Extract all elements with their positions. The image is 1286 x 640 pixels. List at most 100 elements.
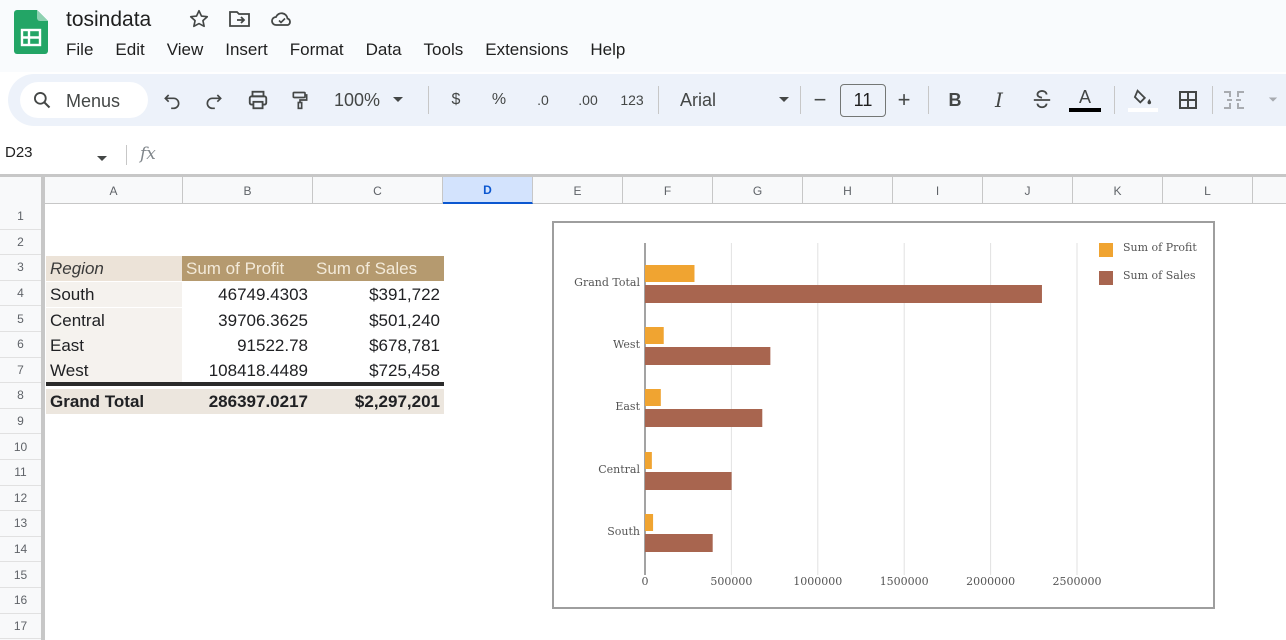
pivot-region-cell[interactable]: East — [46, 333, 182, 358]
pivot-grand-total-profit[interactable]: 286397.0217 — [182, 389, 312, 414]
column-header-e[interactable]: E — [533, 177, 623, 204]
pivot-sales-cell[interactable]: $678,781 — [312, 333, 444, 358]
currency-format-button[interactable]: $ — [446, 86, 466, 114]
fx-icon: fx — [140, 144, 156, 164]
more-formats-button[interactable]: 123 — [618, 86, 646, 114]
menu-bar: File Edit View Insert Format Data Tools … — [66, 40, 647, 60]
select-all-corner[interactable] — [0, 177, 45, 204]
row-header-13[interactable]: 13 — [0, 511, 41, 537]
pivot-profit-cell[interactable]: 91522.78 — [182, 333, 312, 358]
menu-extensions[interactable]: Extensions — [485, 40, 568, 60]
strikethrough-button[interactable] — [1030, 86, 1054, 114]
row-header-4[interactable]: 4 — [0, 281, 41, 307]
menus-search-box[interactable]: Menus — [20, 82, 148, 118]
bold-button[interactable]: B — [944, 86, 966, 114]
name-box[interactable]: D23 — [5, 144, 33, 161]
cloud-saved-icon[interactable] — [270, 8, 292, 30]
row-header-11[interactable]: 11 — [0, 460, 41, 486]
paint-format-button[interactable] — [288, 86, 312, 114]
sheets-logo-icon[interactable] — [14, 10, 48, 54]
menu-help[interactable]: Help — [590, 40, 625, 60]
pivot-sales-cell[interactable]: $501,240 — [312, 308, 444, 333]
pivot-header-profit[interactable]: Sum of Profit — [182, 256, 312, 281]
row-header-7[interactable]: 7 — [0, 358, 41, 384]
row-header-5[interactable]: 5 — [0, 306, 41, 332]
row-header-10[interactable]: 10 — [0, 434, 41, 460]
percent-format-button[interactable]: % — [488, 86, 510, 114]
row-header-14[interactable]: 14 — [0, 537, 41, 563]
row-header-3[interactable]: 3 — [0, 255, 41, 281]
merge-cells-button[interactable] — [1222, 86, 1278, 114]
italic-button[interactable]: I — [988, 86, 1010, 114]
category-label: Central — [598, 463, 640, 476]
row-header-16[interactable]: 16 — [0, 588, 41, 614]
column-header-g[interactable]: G — [713, 177, 803, 204]
pivot-region-cell[interactable]: South — [46, 282, 182, 307]
text-color-button[interactable]: A — [1068, 86, 1102, 114]
column-header-l[interactable]: L — [1163, 177, 1253, 204]
borders-button[interactable] — [1176, 86, 1200, 114]
row-header-8[interactable]: 8 — [0, 383, 41, 409]
pivot-region-cell[interactable]: West — [46, 358, 182, 383]
column-header-b[interactable]: B — [183, 177, 313, 204]
increase-decimal-button[interactable]: .00 — [572, 86, 604, 114]
menu-edit[interactable]: Edit — [115, 40, 144, 60]
row-header-1[interactable]: 1 — [0, 204, 41, 230]
column-header-f[interactable]: F — [623, 177, 713, 204]
row-header-12[interactable]: 12 — [0, 486, 41, 512]
pivot-profit-cell[interactable]: 108418.4489 — [182, 358, 312, 383]
print-button[interactable] — [245, 86, 271, 114]
category-label: West — [613, 338, 641, 351]
toolbar-divider — [800, 86, 801, 114]
x-tick-label: 1000000 — [793, 575, 842, 588]
pivot-profit-cell[interactable]: 39706.3625 — [182, 308, 312, 333]
column-header-k[interactable]: K — [1073, 177, 1163, 204]
column-header-d[interactable]: D — [443, 177, 533, 204]
pivot-region-cell[interactable]: Central — [46, 308, 182, 333]
font-size-input[interactable]: 11 — [840, 84, 886, 117]
column-header-j[interactable]: J — [983, 177, 1073, 204]
menu-data[interactable]: Data — [366, 40, 402, 60]
chevron-down-icon — [1268, 97, 1278, 102]
pivot-grand-total-sales[interactable]: $2,297,201 — [312, 389, 444, 414]
row-header-9[interactable]: 9 — [0, 409, 41, 435]
pivot-sales-cell[interactable]: $725,458 — [312, 358, 444, 383]
redo-icon — [206, 94, 222, 110]
paint-format-icon — [292, 91, 308, 110]
pivot-profit-cell[interactable]: 46749.4303 — [182, 282, 312, 307]
pivot-header-region[interactable]: Region — [46, 256, 182, 281]
move-folder-icon[interactable] — [228, 8, 250, 30]
menu-view[interactable]: View — [167, 40, 204, 60]
row-header-17[interactable]: 17 — [0, 614, 41, 640]
decrease-decimal-button[interactable]: .0 — [530, 86, 556, 114]
increase-font-size-button[interactable]: + — [894, 86, 914, 114]
column-header-a[interactable]: A — [45, 177, 183, 204]
menu-format[interactable]: Format — [290, 40, 344, 60]
decrease-font-size-button[interactable]: − — [810, 86, 830, 114]
column-header-i[interactable]: I — [893, 177, 983, 204]
zoom-select[interactable]: 100% — [334, 86, 426, 114]
fill-color-button[interactable] — [1128, 86, 1158, 114]
undo-button[interactable] — [160, 86, 184, 114]
formula-bar: D23 fx — [0, 136, 1286, 174]
row-header-6[interactable]: 6 — [0, 332, 41, 358]
column-header-c[interactable]: C — [313, 177, 443, 204]
pivot-header-sales[interactable]: Sum of Sales — [312, 256, 444, 281]
star-icon[interactable] — [188, 8, 210, 30]
menu-insert[interactable]: Insert — [225, 40, 268, 60]
menu-file[interactable]: File — [66, 40, 93, 60]
x-tick-label: 2000000 — [966, 575, 1015, 588]
menu-tools[interactable]: Tools — [424, 40, 464, 60]
chevron-down-icon[interactable] — [96, 150, 108, 168]
legend-swatch — [1099, 271, 1113, 285]
row-header-15[interactable]: 15 — [0, 562, 41, 588]
bar-chart[interactable]: 0 500000 1000000 1500000 2000000 2500000 Grand… — [552, 221, 1215, 609]
font-select[interactable]: Arial — [680, 86, 790, 114]
column-header-h[interactable]: H — [803, 177, 893, 204]
pivot-grand-total-label[interactable]: Grand Total — [46, 389, 182, 414]
pivot-sales-cell[interactable]: $391,722 — [312, 282, 444, 307]
document-title[interactable]: tosindata — [66, 8, 151, 32]
row-header-2[interactable]: 2 — [0, 230, 41, 256]
redo-button[interactable] — [202, 86, 226, 114]
spreadsheet-grid[interactable]: ABCDEFGHIJKL 1 2 3 4 5 6 7 8 9 10 11 12 13 14 15 16 17 R… — [0, 174, 1286, 640]
